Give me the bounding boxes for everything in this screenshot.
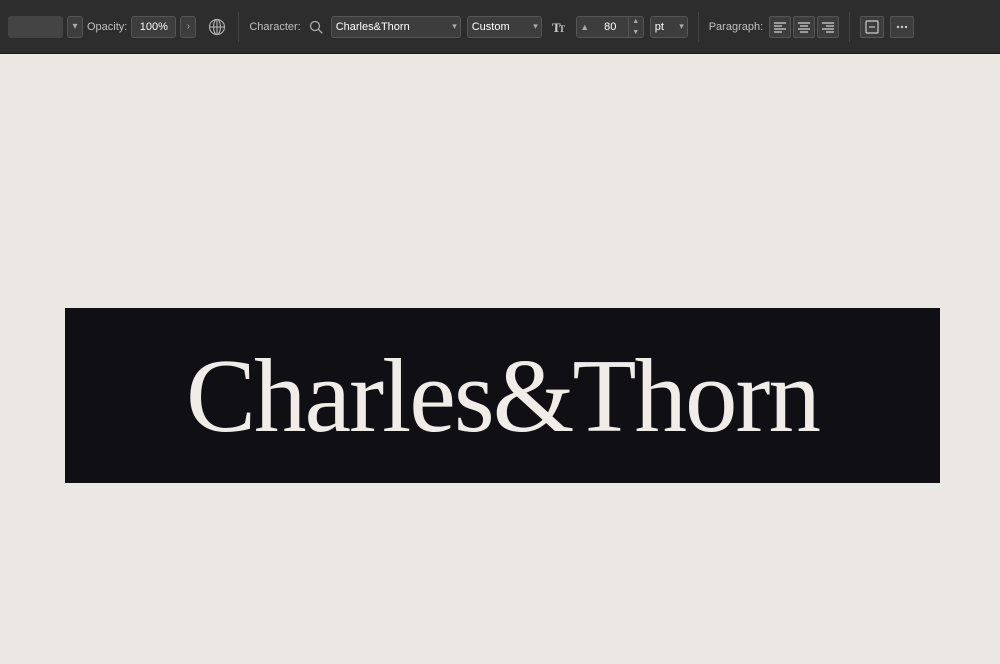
font-unit-wrapper[interactable]: pt [650,16,688,38]
font-size-decrement[interactable]: ▼ [629,27,643,38]
divider-1 [238,12,239,42]
layer-name-field[interactable] [8,16,63,38]
font-style-select[interactable]: Custom [467,16,542,38]
layer-opacity-section: ▾ Opacity: › [8,16,196,38]
opacity-label: Opacity: [87,21,127,33]
svg-text:T: T [559,24,565,34]
toolbar: ▾ Opacity: › Character: Charles&Thorn Cu… [0,0,1000,54]
opacity-input[interactable] [131,16,176,38]
canvas-area: Charles&Thorn [0,54,1000,664]
font-size-input[interactable] [593,21,628,33]
font-size-increment[interactable]: ▲ [629,16,643,27]
divider-3 [849,12,850,42]
align-right-button[interactable] [817,16,839,38]
paragraph-align-group [769,16,839,38]
divider-2 [698,12,699,42]
text-options-button[interactable] [860,16,884,38]
font-unit-select[interactable]: pt [650,16,688,38]
character-label: Character: [249,21,300,33]
font-style-wrapper[interactable]: Custom [467,16,542,38]
more-options-button[interactable] [890,16,914,38]
text-banner[interactable]: Charles&Thorn [65,308,940,483]
font-size-arrows: ▲ ▼ [628,16,643,38]
globe-icon[interactable] [206,16,228,38]
banner-text[interactable]: Charles&Thorn [186,343,819,448]
opacity-expand-arrow[interactable]: › [180,16,196,38]
font-name-select[interactable]: Charles&Thorn [331,16,461,38]
opacity-dropdown-arrow[interactable]: ▾ [67,16,83,38]
align-center-button[interactable] [793,16,815,38]
font-size-spinbox[interactable]: ▲ ▲ ▼ [576,16,644,38]
paragraph-label: Paragraph: [709,21,763,33]
align-left-button[interactable] [769,16,791,38]
font-search-icon[interactable] [307,18,325,36]
font-name-wrapper[interactable]: Charles&Thorn [331,16,461,38]
text-type-icon[interactable]: T T [548,16,570,38]
font-size-up-arrow[interactable]: ▲ [577,22,593,32]
